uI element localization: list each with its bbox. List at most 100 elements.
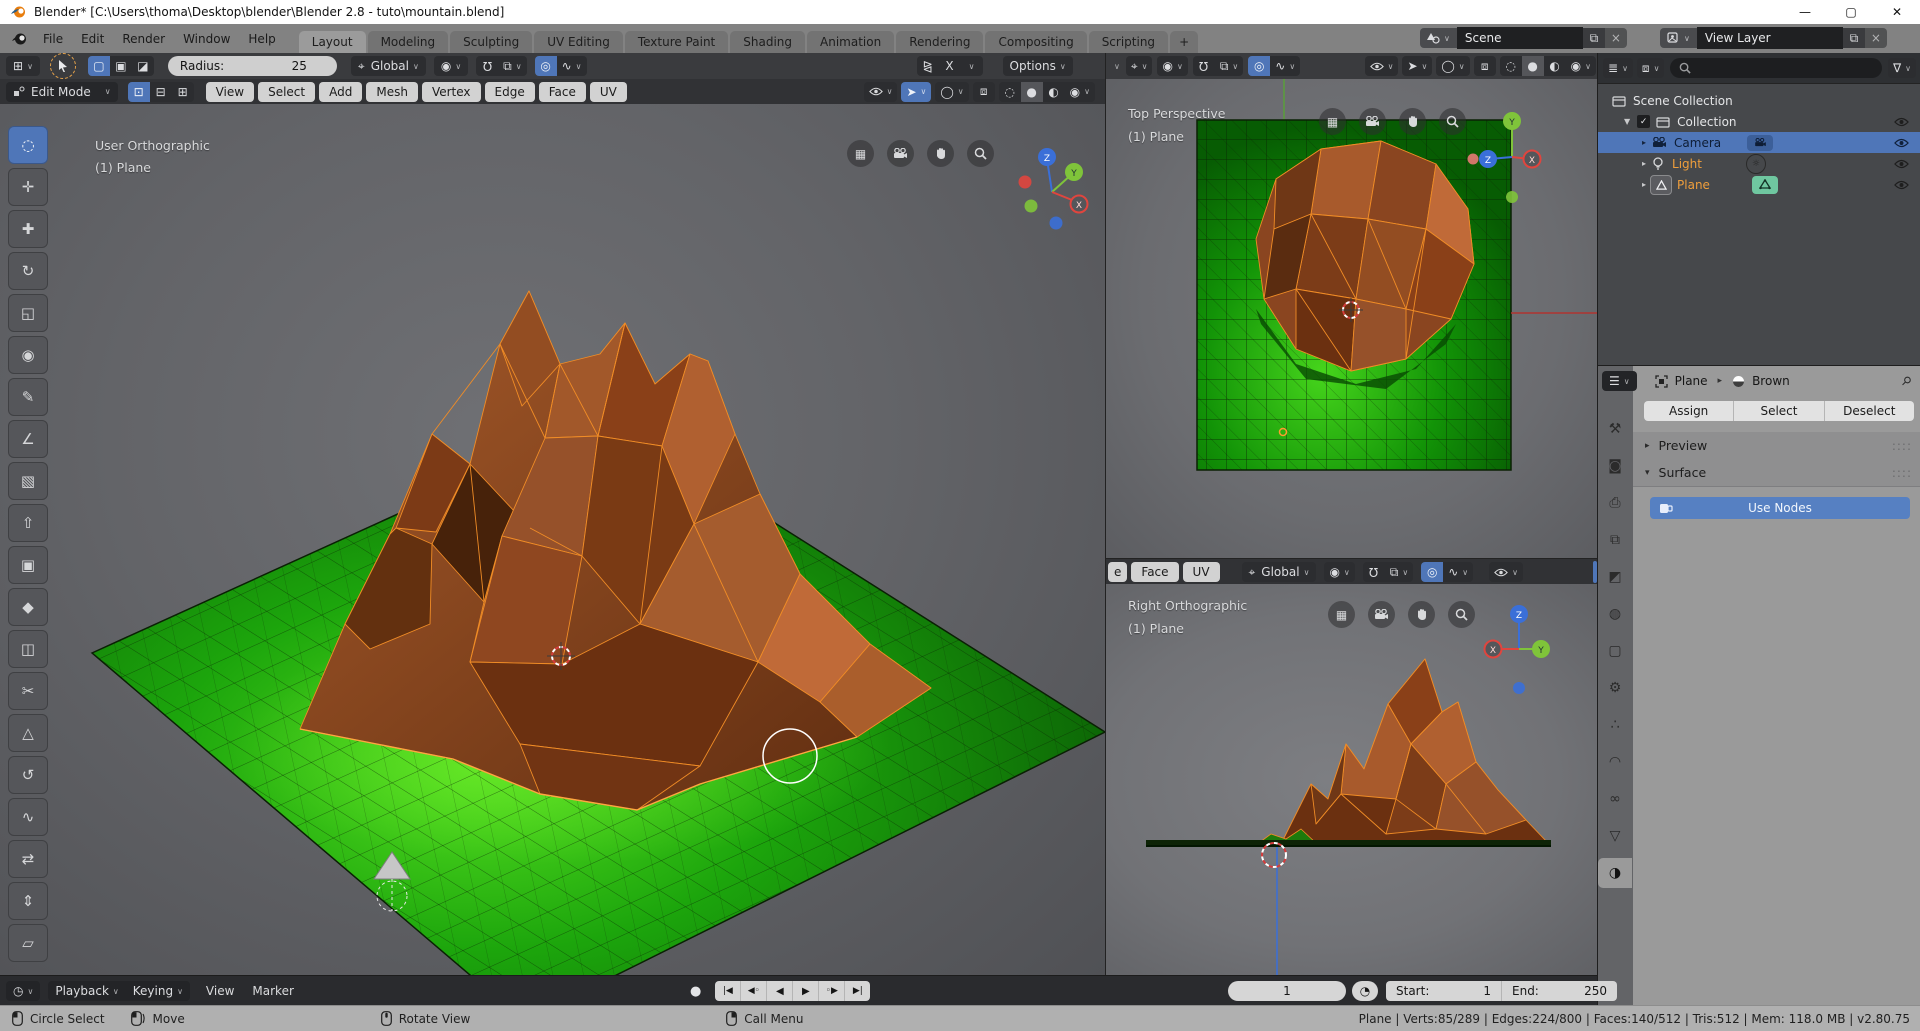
- tab-view-layer[interactable]: ⧉: [1598, 525, 1632, 555]
- tab-sculpting[interactable]: Sculpting: [450, 31, 532, 53]
- menu-face[interactable]: Face: [539, 82, 586, 102]
- mv-overlays-dropdown[interactable]: ◯∨: [935, 82, 968, 102]
- view-layer-browse-button[interactable]: ∨: [1660, 28, 1697, 48]
- menu-edge[interactable]: Edge: [485, 82, 535, 102]
- tv-visibility-dropdown[interactable]: ∨: [1365, 56, 1399, 76]
- keying-menu[interactable]: Keying∨: [126, 981, 190, 1001]
- tv-orientation-dropdown[interactable]: ⌖∨: [1126, 56, 1153, 76]
- tab-scripting[interactable]: Scripting: [1089, 31, 1168, 53]
- proportional-editing-toggle[interactable]: ◎: [535, 56, 557, 76]
- toggle-grid-button[interactable]: ▦: [847, 140, 874, 167]
- current-frame-field[interactable]: 1: [1228, 981, 1346, 1001]
- active-tool-indicator[interactable]: [50, 53, 76, 79]
- collapsed-menus-chevron[interactable]: ∨: [1114, 62, 1120, 71]
- tab-texture-paint[interactable]: Texture Paint: [625, 31, 728, 53]
- camera-view-button[interactable]: [1368, 601, 1395, 628]
- main-viewport-canvas[interactable]: [0, 104, 1105, 975]
- mv-shading-material[interactable]: ◐: [1043, 82, 1065, 102]
- view-layer-name-field[interactable]: View Layer: [1697, 27, 1843, 49]
- mode-dropdown[interactable]: Edit Mode ∨: [6, 82, 118, 102]
- panel-drag-handle[interactable]: ::::: [1892, 439, 1912, 453]
- camera-view-button[interactable]: [887, 140, 914, 167]
- mv-shading-solid[interactable]: ●: [1021, 82, 1043, 102]
- frame-end-field[interactable]: End: 250: [1501, 981, 1617, 1001]
- jump-to-end-button[interactable]: ▶|: [844, 981, 870, 1001]
- use-nodes-button[interactable]: Use Nodes: [1650, 497, 1910, 519]
- rv-visibility-dropdown[interactable]: ∨: [1489, 562, 1523, 582]
- tab-material[interactable]: ◑: [1598, 858, 1632, 888]
- blender-icon[interactable]: [10, 32, 28, 46]
- axis-neg-z-ball[interactable]: [1050, 217, 1063, 230]
- options-dropdown[interactable]: Options ∨: [1003, 56, 1073, 76]
- tool-cursor[interactable]: ✛: [8, 168, 48, 206]
- tool-add-cube[interactable]: ▧: [8, 462, 48, 500]
- mirror-more-dropdown[interactable]: ∨: [961, 56, 983, 76]
- tool-extrude-region[interactable]: ⇧: [8, 504, 48, 542]
- expand-arrow-icon[interactable]: ▸: [1642, 159, 1646, 168]
- tab-constraints[interactable]: ∞: [1598, 784, 1632, 814]
- outliner-search-field[interactable]: [1670, 58, 1882, 78]
- camera-data-badge[interactable]: [1747, 135, 1773, 151]
- tool-spin[interactable]: ↺: [8, 756, 48, 794]
- tv-shading-wireframe[interactable]: ◌: [1500, 56, 1522, 76]
- hide-plane-eye-icon[interactable]: [1894, 180, 1909, 190]
- navigation-gizmo[interactable]: Z X Y: [1474, 592, 1554, 702]
- tab-modifiers[interactable]: ⚙: [1598, 673, 1632, 703]
- navigation-gizmo[interactable]: Y Z X: [1466, 93, 1546, 208]
- tab-physics[interactable]: ◠: [1598, 747, 1632, 777]
- tool-inset-faces[interactable]: ▣: [8, 546, 48, 584]
- tab-rendering[interactable]: Rendering: [896, 31, 983, 53]
- outliner-row-collection[interactable]: ▼ ✓ Collection: [1598, 111, 1920, 132]
- add-workspace-button[interactable]: +: [1170, 31, 1198, 53]
- tv-snap-toggle[interactable]: Ω: [1193, 56, 1215, 76]
- outliner-row-light[interactable]: ▸ Light ☼: [1598, 153, 1920, 174]
- tv-pivot-dropdown[interactable]: ◉∨: [1157, 56, 1187, 76]
- select-button[interactable]: Select: [1733, 401, 1824, 421]
- menu-face[interactable]: Face: [1131, 562, 1178, 582]
- tv-gizmos-dropdown[interactable]: ➤∨: [1402, 56, 1432, 76]
- top-3d-viewport[interactable]: Top Perspective (1) Plane ▦ Y Z X: [1105, 79, 1598, 558]
- tool-scale[interactable]: ◱: [8, 294, 48, 332]
- play-reverse-button[interactable]: ◀: [766, 981, 792, 1001]
- select-mode-new-button[interactable]: ▢: [88, 56, 110, 76]
- menu-render[interactable]: Render: [113, 32, 174, 46]
- tab-object[interactable]: ▢: [1598, 636, 1632, 666]
- tool-measure[interactable]: ∠: [8, 420, 48, 458]
- tv-shading-rendered[interactable]: ◉∨: [1566, 56, 1596, 76]
- menu-add[interactable]: Add: [319, 82, 362, 102]
- tool-move[interactable]: ✚: [8, 210, 48, 248]
- tool-annotate[interactable]: ✎: [8, 378, 48, 416]
- timeline-view-menu[interactable]: View: [206, 984, 234, 998]
- delete-scene-button[interactable]: ×: [1605, 28, 1627, 48]
- tool-edge-slide[interactable]: ⇄: [8, 840, 48, 878]
- pin-icon[interactable]: ⚲: [1899, 373, 1915, 389]
- rv-falloff-dropdown[interactable]: ∿∨: [1443, 562, 1473, 582]
- menu-help[interactable]: Help: [239, 32, 284, 46]
- tab-particles[interactable]: ∴: [1598, 710, 1632, 740]
- scene-name-field[interactable]: Scene: [1457, 27, 1583, 49]
- tab-object-data[interactable]: ▽: [1598, 821, 1632, 851]
- tab-shading[interactable]: Shading: [730, 31, 805, 53]
- outliner-row-plane[interactable]: ▸ Plane: [1598, 174, 1920, 195]
- select-mode-subtract-button[interactable]: ◪: [132, 56, 154, 76]
- timeline-editor-type-button[interactable]: ◷ ∨: [6, 981, 40, 1001]
- axis-neg-x-ball[interactable]: [1468, 154, 1479, 165]
- expand-arrow-icon[interactable]: ▸: [1642, 138, 1646, 147]
- mirror-icon-button[interactable]: ⧎: [917, 56, 939, 76]
- toggle-grid-button[interactable]: ▦: [1319, 108, 1346, 135]
- breadcrumb-object[interactable]: Plane: [1675, 374, 1708, 388]
- maximize-button[interactable]: ▢: [1828, 0, 1874, 24]
- tv-falloff-dropdown[interactable]: ∿∨: [1270, 56, 1300, 76]
- tv-xray-toggle[interactable]: ⧈: [1474, 56, 1496, 76]
- preview-panel-header[interactable]: ▸ Preview ::::: [1633, 432, 1920, 460]
- snap-toggle-button[interactable]: Ω: [476, 56, 498, 76]
- vertex-select-mode-button[interactable]: ⊡: [128, 82, 150, 102]
- tab-world[interactable]: ◍: [1598, 599, 1632, 629]
- menu-view[interactable]: View: [206, 82, 254, 102]
- hide-light-eye-icon[interactable]: [1894, 159, 1909, 169]
- assign-button[interactable]: Assign: [1644, 401, 1733, 421]
- radius-field[interactable]: Radius: 25: [168, 56, 337, 76]
- menu-uv[interactable]: UV: [1183, 562, 1220, 582]
- menu-edge-truncated[interactable]: e: [1108, 562, 1127, 582]
- axis-neg-y-ball[interactable]: [1025, 200, 1038, 213]
